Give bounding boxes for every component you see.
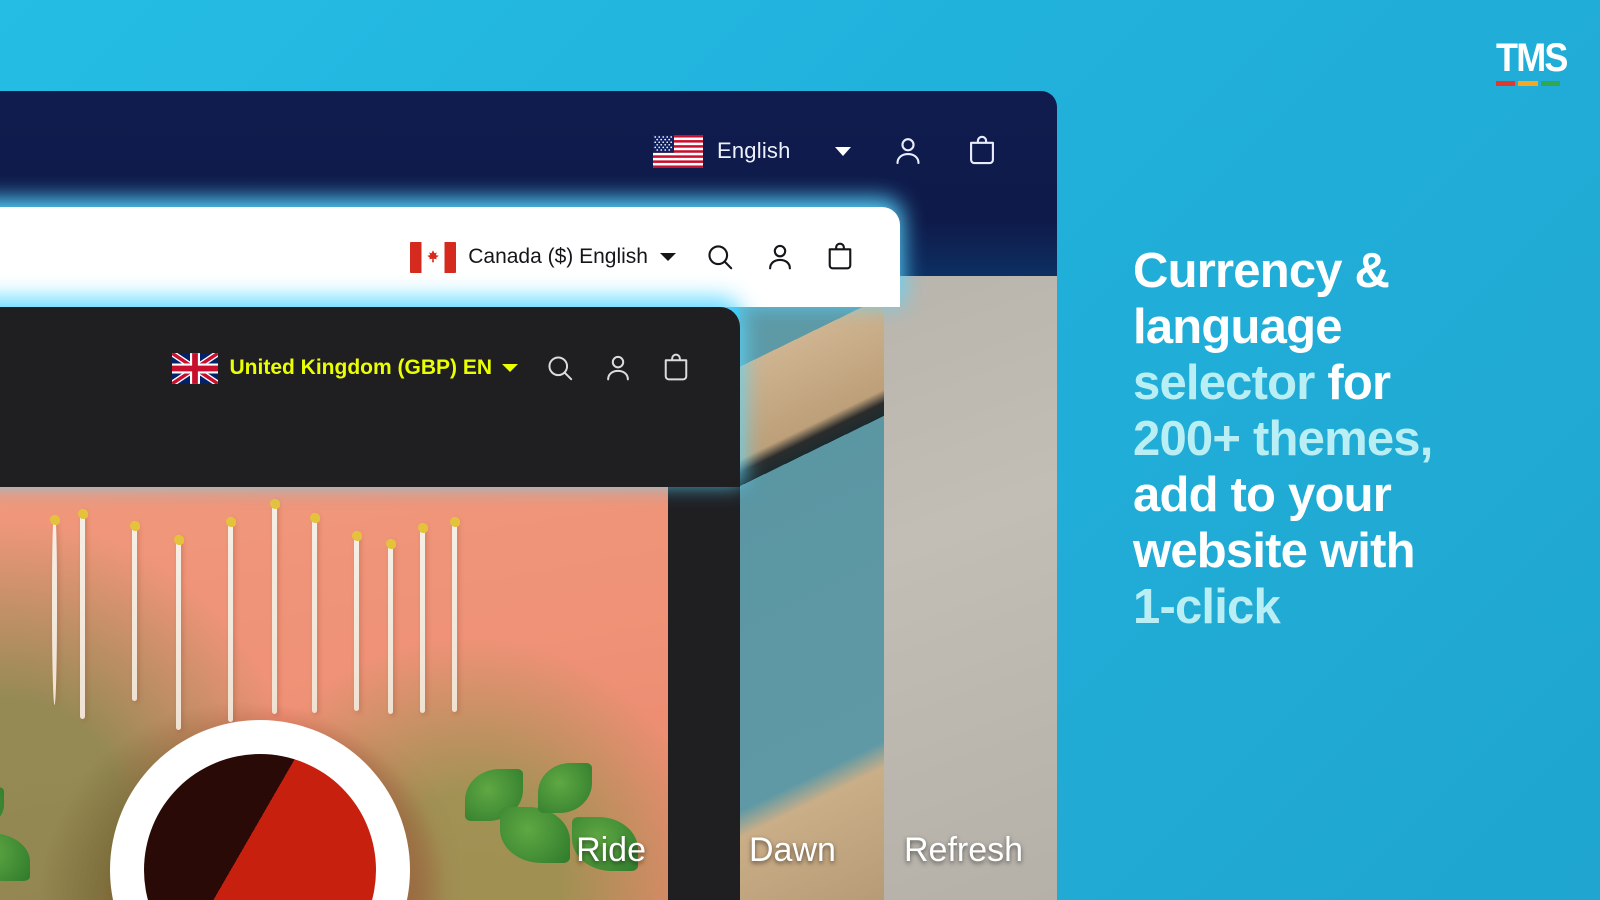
tms-logo-text: TMS [1496,36,1568,80]
tms-logo: TMS [1496,38,1568,88]
us-flag-icon [653,134,703,168]
theme-tile-ride[interactable]: Ride [0,487,668,900]
header-bar-white: Canada ($) English [410,207,856,307]
language-selector-label-white[interactable]: Canada ($) English [468,245,648,269]
promo-banner: Refresh Dawn Ride English Canada ($) Eng… [0,0,1600,900]
theme-tile-refresh[interactable]: Refresh [884,276,1057,900]
cart-icon[interactable] [660,352,692,384]
theme-tile-label-ride: Ride [576,831,646,869]
language-selector-label-dark[interactable]: United Kingdom (GBP) EN [230,356,492,380]
language-selector-label-navy[interactable]: English [717,138,791,164]
account-icon[interactable] [891,134,925,168]
page-title-segment-3: 200+ themes, [1133,412,1433,466]
uk-flag-icon [171,352,218,384]
header-bar-navy: English [637,91,1057,211]
header-bar-dark: United Kingdom (GBP) EN [171,307,692,429]
cart-icon[interactable] [965,134,999,168]
tms-bar-yellow [1518,81,1538,86]
chevron-down-icon[interactable] [660,253,676,261]
account-icon[interactable] [764,241,796,273]
header-card-white: Canada ($) English [0,207,900,307]
tms-logo-bars [1496,81,1560,86]
theme-tile-dawn[interactable]: Dawn [740,307,884,900]
theme-tile-label-refresh: Refresh [904,831,1024,869]
page-title: Currency & language selector for 200+ th… [1133,243,1463,635]
tms-bar-green [1540,81,1560,86]
header-card-dark: United Kingdom (GBP) EN [0,307,740,487]
page-title-segment-2: for [1314,356,1391,410]
tms-bar-red [1496,81,1516,86]
search-icon[interactable] [544,352,576,384]
page-title-segment-0: Currency & language [1133,244,1390,354]
sauce-bowl [110,720,410,900]
page-title-segment-5: 1-click [1133,580,1281,634]
search-icon[interactable] [704,241,736,273]
page-title-segment-1: selector [1133,356,1315,410]
theme-tile-label-dawn: Dawn [749,831,836,869]
account-icon[interactable] [602,352,634,384]
chevron-down-icon[interactable] [502,364,518,372]
canada-flag-icon [410,241,457,273]
page-title-segment-4: add to your website with [1133,468,1416,578]
cart-icon[interactable] [824,241,856,273]
tile-divider-strip [668,487,740,900]
chevron-down-icon[interactable] [834,146,851,156]
